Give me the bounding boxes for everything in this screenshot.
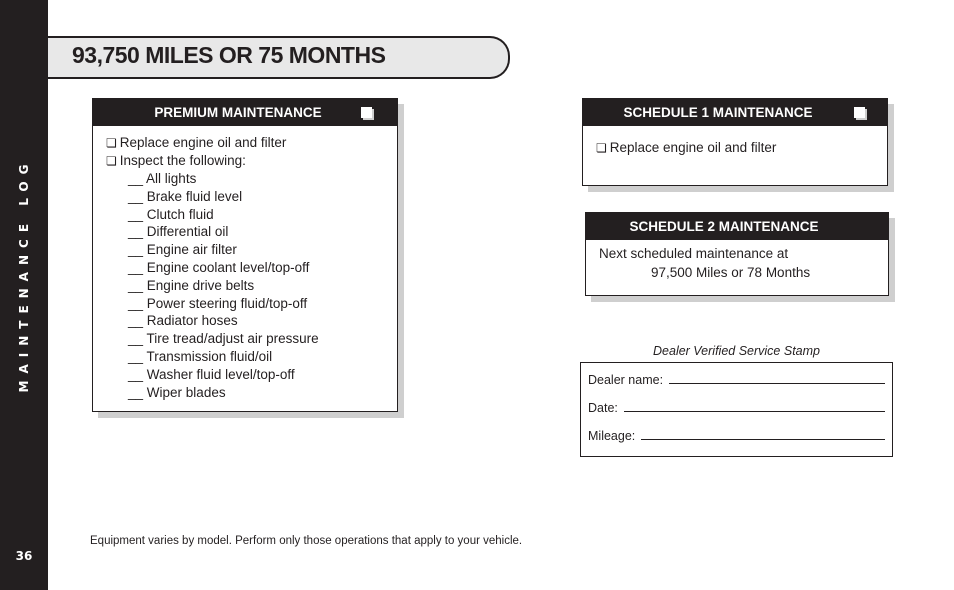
inspection-list: __ All lights __ Brake fluid level __ Clut…	[106, 170, 397, 401]
inspection-label: Washer fluid level/top-off	[146, 366, 295, 382]
blank-checkline[interactable]: __	[128, 207, 143, 222]
blank-checkline[interactable]: __	[128, 331, 143, 346]
dealer-stamp-box: Dealer name: Date: Mileage:	[580, 362, 893, 457]
inspection-item[interactable]: __ Washer fluid level/top-off	[106, 366, 397, 384]
title-banner: 93,750 MILES OR 75 MONTHS	[48, 36, 510, 79]
next-maintenance-value: 97,500 Miles or 78 Months	[651, 265, 811, 280]
premium-maintenance-title: PREMIUM MAINTENANCE	[154, 105, 322, 120]
inspection-label: Transmission fluid/oil	[146, 348, 273, 364]
inspection-item[interactable]: __ Radiator hoses	[106, 312, 397, 330]
schedule-2-title: SCHEDULE 2 MAINTENANCE	[629, 219, 819, 234]
inspection-item[interactable]: __ Engine coolant level/top-off	[106, 259, 397, 277]
inspection-item[interactable]: __ Brake fluid level	[106, 188, 397, 206]
premium-maintenance-header: PREMIUM MAINTENANCE	[93, 99, 397, 126]
inspection-item[interactable]: __ Differential oil	[106, 223, 397, 241]
dealer-name-row: Dealer name:	[588, 373, 885, 387]
schedule-2-body: Next scheduled maintenance at 97,500 Mil…	[586, 240, 888, 282]
inspection-label: All lights	[146, 171, 197, 186]
blank-checkline[interactable]: __	[128, 278, 143, 293]
inspection-label: Differential oil	[146, 224, 229, 240]
inspection-label: Engine air filter	[146, 242, 237, 258]
stamp-caption: Dealer Verified Service Stamp	[653, 344, 820, 358]
task-item[interactable]: ❏ Inspect the following:	[106, 152, 397, 170]
mileage-row: Mileage:	[588, 429, 885, 443]
inspection-label: Engine coolant level/top-off	[146, 259, 310, 275]
inspection-label: Clutch fluid	[146, 206, 214, 222]
blank-checkline[interactable]: __	[128, 349, 143, 364]
checkbox-icon[interactable]	[854, 107, 865, 118]
task-item[interactable]: ❏ Replace engine oil and filter	[106, 134, 397, 152]
checkbox-icon[interactable]	[361, 107, 372, 118]
premium-maintenance-box: PREMIUM MAINTENANCE ❏ Replace engine oil …	[92, 98, 398, 412]
blank-checkline[interactable]: __	[128, 367, 143, 382]
inspection-label: Brake fluid level	[146, 188, 243, 204]
inspection-item[interactable]: __ Engine air filter	[106, 241, 397, 259]
blank-checkline[interactable]: __	[128, 242, 143, 257]
blank-checkline[interactable]: __	[128, 189, 143, 204]
checkbox-icon[interactable]: ❏	[106, 154, 117, 168]
dealer-name-label: Dealer name:	[588, 373, 664, 387]
inspection-label: Engine drive belts	[146, 277, 255, 293]
inspection-label: Power steering fluid/top-off	[146, 295, 308, 311]
schedule-2-header: SCHEDULE 2 MAINTENANCE	[586, 213, 888, 240]
mileage-label: Mileage:	[588, 429, 636, 443]
inspection-item[interactable]: __ Wiper blades	[106, 384, 397, 402]
inspection-item[interactable]: __ Engine drive belts	[106, 277, 397, 295]
schedule-1-header: SCHEDULE 1 MAINTENANCE	[583, 99, 887, 126]
date-label: Date:	[588, 401, 618, 415]
date-field[interactable]	[623, 410, 885, 412]
blank-checkline[interactable]: __	[128, 313, 143, 328]
blank-checkline[interactable]: __	[128, 224, 143, 239]
inspection-item[interactable]: __ All lights	[106, 170, 397, 188]
inspection-item[interactable]: __ Transmission fluid/oil	[106, 348, 397, 366]
date-row: Date:	[588, 401, 885, 415]
next-maintenance-text: Next scheduled maintenance at	[599, 246, 789, 261]
section-label: MAINTENANCE LOG	[17, 157, 31, 393]
blank-checkline[interactable]: __	[128, 385, 143, 400]
inspection-label: Tire tread/adjust air pressure	[146, 331, 319, 347]
blank-checkline[interactable]: __	[128, 296, 143, 311]
blank-checkline[interactable]: __	[128, 171, 143, 186]
inspection-item[interactable]: __ Tire tread/adjust air pressure	[106, 330, 397, 348]
schedule-1-title: SCHEDULE 1 MAINTENANCE	[623, 105, 813, 120]
dealer-name-field[interactable]	[669, 382, 885, 384]
inspection-label: Wiper blades	[146, 384, 226, 400]
task-item[interactable]: ❏ Replace engine oil and filter	[583, 126, 887, 157]
schedule-2-box: SCHEDULE 2 MAINTENANCE Next scheduled ma…	[585, 212, 889, 296]
page-number: 36	[15, 549, 33, 563]
mileage-field[interactable]	[641, 438, 885, 440]
footnote: Equipment varies by model. Perform only …	[90, 535, 523, 547]
checkbox-icon[interactable]: ❏	[596, 141, 607, 155]
inspection-item[interactable]: __ Power steering fluid/top-off	[106, 295, 397, 313]
inspection-label: Radiator hoses	[146, 313, 238, 329]
inspection-item[interactable]: __ Clutch fluid	[106, 206, 397, 224]
checkbox-icon[interactable]: ❏	[106, 136, 117, 150]
page-title: 93,750 MILES OR 75 MONTHS	[72, 42, 386, 68]
premium-maintenance-body: ❏ Replace engine oil and filter ❏ Inspect …	[93, 126, 397, 401]
blank-checkline[interactable]: __	[128, 260, 143, 275]
sidebar: MAINTENANCE LOG 36	[0, 0, 48, 590]
schedule-1-box: SCHEDULE 1 MAINTENANCE ❏ Replace engine o…	[582, 98, 888, 186]
